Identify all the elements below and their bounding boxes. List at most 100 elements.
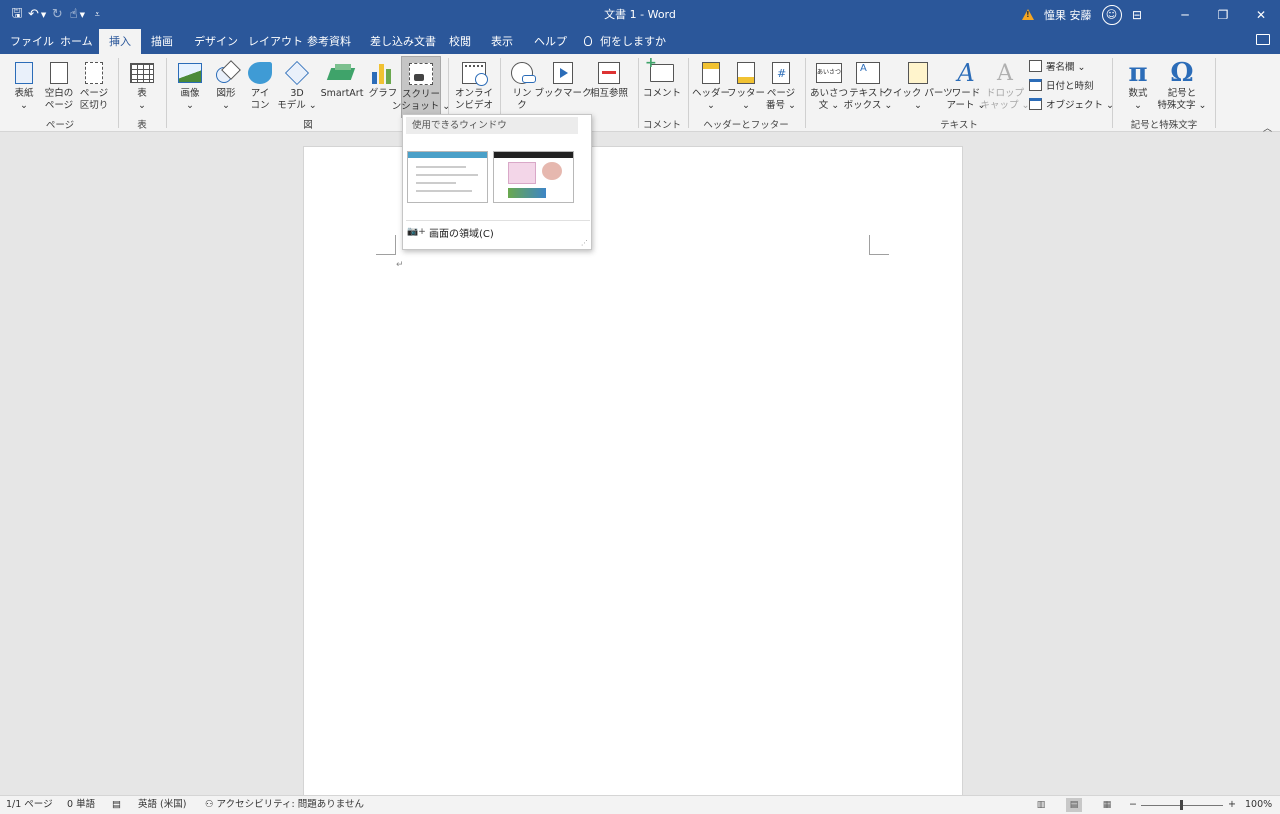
quick-parts-button[interactable]: クイック パーツ ⌄: [883, 56, 953, 118]
zoom-slider-handle[interactable]: [1180, 800, 1183, 810]
web-layout-button[interactable]: ▦: [1099, 798, 1115, 812]
customize-qat-icon[interactable]: ⩡: [88, 4, 106, 26]
icons-label-1: アイ: [250, 88, 270, 99]
table-button[interactable]: 表 ⌄: [126, 56, 158, 118]
chart-icon: [372, 62, 394, 84]
wordart-button[interactable]: A ワード アート ⌄: [947, 56, 986, 118]
resize-grip-icon[interactable]: ⋰: [581, 239, 588, 247]
accessibility-icon: ⚇: [205, 799, 217, 810]
footer-label: フッター: [727, 88, 766, 99]
warning-icon[interactable]: [1022, 9, 1034, 20]
title-bar: 🖫 ↶▼ ↻ ☝▼ ⩡ 文書 1 - Word 憧果 安藤 ☺ ⊟ ─ ❐ ✕: [0, 0, 1280, 29]
language-indicator[interactable]: 英語 (米国): [138, 796, 186, 814]
picture-button[interactable]: 画像 ⌄: [174, 56, 206, 118]
screenshot-dropdown: 使用できるウィンドウ 📷+ 画面の領域(C) ⋰: [402, 114, 592, 250]
tab-draw[interactable]: 描画: [141, 29, 183, 54]
tab-home[interactable]: ホーム: [50, 29, 103, 54]
wordart-icon: A: [957, 59, 975, 87]
web-layout-icon: ▦: [1102, 800, 1112, 810]
status-bar: 1/1 ページ 0 単語 ▤ 英語 (米国) ⚇ アクセシビリティ: 問題ありま…: [0, 795, 1280, 814]
undo-button[interactable]: ↶ ▼: [28, 4, 46, 26]
tab-mailings[interactable]: 差し込み文書: [360, 29, 446, 54]
minimize-button[interactable]: ─: [1166, 0, 1204, 29]
ribbon-display-options-button[interactable]: ⊟: [1118, 0, 1156, 29]
thumbnail-banner: [508, 188, 546, 198]
header-label: ヘッダー: [692, 88, 731, 99]
chevron-down-icon[interactable]: ▼: [80, 11, 85, 19]
symbol-button[interactable]: Ω 記号と 特殊文字 ⌄: [1157, 56, 1207, 118]
tab-references[interactable]: 参考資料: [297, 29, 361, 54]
save-icon[interactable]: 🖫: [8, 4, 26, 26]
text-box-label-1: テキスト: [849, 88, 887, 99]
text-box-label-2: ボックス ⌄: [843, 100, 893, 111]
print-layout-button[interactable]: ▤: [1066, 798, 1082, 812]
3d-models-button[interactable]: 3D モデル ⌄: [277, 56, 317, 118]
zoom-level[interactable]: 100%: [1245, 796, 1272, 814]
comments-icon[interactable]: [1256, 34, 1270, 45]
page-number-button[interactable]: ページ 番号 ⌄: [764, 56, 798, 118]
comment-button[interactable]: コメント: [643, 55, 681, 118]
touch-icon: ☝: [69, 7, 78, 22]
cover-page-button[interactable]: 表紙 ⌄: [8, 56, 40, 118]
smartart-label: SmartArt: [320, 88, 364, 99]
tab-insert[interactable]: 挿入: [99, 29, 141, 54]
signature-line-button[interactable]: 署名欄 ⌄: [1029, 57, 1085, 75]
screenshot-button[interactable]: スクリー ンショット ⌄: [392, 56, 450, 118]
shapes-button[interactable]: 図形 ⌄: [210, 56, 242, 118]
online-video-label-2: ンビデオ: [455, 100, 494, 111]
drop-cap-button: A ドロップ キャップ ⌄: [981, 56, 1030, 118]
tab-review[interactable]: 校閲: [439, 29, 481, 54]
restore-button[interactable]: ❐: [1204, 0, 1242, 29]
window-thumbnail-1[interactable]: [407, 151, 488, 203]
cross-reference-button[interactable]: 相互参照: [588, 56, 630, 118]
object-button[interactable]: オブジェクト ⌄: [1029, 95, 1114, 113]
date-time-button[interactable]: 日付と時刻: [1029, 76, 1094, 94]
close-button[interactable]: ✕: [1242, 0, 1280, 29]
page-break-label-2: 区切り: [79, 100, 109, 111]
user-name[interactable]: 憧果 安藤: [1044, 7, 1092, 23]
ribbon-tabs: ファイル ホーム 挿入 描画 デザイン レイアウト 参考資料 差し込み文書 校閲…: [0, 29, 1280, 54]
group-divider: [166, 58, 167, 128]
quick-parts-icon: [908, 62, 928, 84]
page-break-label-1: ページ: [79, 88, 109, 99]
read-mode-button[interactable]: ▥: [1033, 798, 1049, 812]
drop-cap-label-1: ドロップ: [985, 88, 1024, 99]
greeting-button[interactable]: あいさつ あいさつ 文 ⌄: [810, 56, 848, 118]
page-break-button[interactable]: ページ 区切り: [78, 56, 110, 118]
chevron-down-icon[interactable]: ▼: [41, 11, 46, 19]
screen-clipping-item[interactable]: 📷+ 画面の領域(C): [407, 223, 494, 241]
thumbnail-panel: [508, 162, 536, 184]
thumbnail-photo: [542, 162, 562, 180]
proofing-icon[interactable]: ▤: [112, 796, 121, 814]
accessibility-checker[interactable]: ⚇ アクセシビリティ: 問題ありません: [205, 796, 364, 814]
bookmark-button[interactable]: ブックマーク: [535, 56, 592, 118]
header-button[interactable]: ヘッダー ⌄: [692, 56, 731, 118]
tab-help[interactable]: ヘルプ: [524, 29, 577, 54]
equation-button[interactable]: π 数式 ⌄: [1121, 56, 1155, 118]
word-count[interactable]: 0 単語: [67, 796, 95, 814]
page-count[interactable]: 1/1 ページ: [6, 796, 53, 814]
online-video-icon: [462, 62, 488, 86]
link-button[interactable]: リン ク: [507, 56, 537, 118]
footer-button[interactable]: フッター ⌄: [727, 56, 766, 118]
tab-view[interactable]: 表示: [481, 29, 523, 54]
icons-button[interactable]: アイ コン: [246, 56, 274, 118]
print-layout-icon: ▤: [1069, 800, 1079, 810]
blank-page-button[interactable]: 空白の ページ: [42, 56, 76, 118]
thumbnail-titlebar: [408, 152, 487, 158]
cross-reference-label: 相互参照: [589, 88, 628, 99]
online-video-button[interactable]: オンライ ンビデオ: [455, 56, 493, 118]
group-label-tables: 表: [137, 120, 147, 131]
tell-me-search[interactable]: 何をしますか: [574, 29, 676, 54]
account-area[interactable]: 憧果 安藤 ☺: [1022, 0, 1122, 29]
margin-corner-top-right: [869, 235, 889, 255]
smartart-button[interactable]: SmartArt: [318, 56, 366, 118]
text-box-button[interactable]: テキスト ボックス ⌄: [844, 56, 892, 118]
touch-mode-button[interactable]: ☝ ▼: [68, 4, 86, 26]
collapse-ribbon-icon[interactable]: ︿: [1263, 121, 1272, 134]
zoom-in-button[interactable]: +: [1228, 796, 1236, 814]
window-thumbnail-2[interactable]: [493, 151, 574, 203]
zoom-out-button[interactable]: −: [1129, 796, 1137, 814]
thumbnail-text-line: [416, 166, 466, 168]
read-mode-icon: ▥: [1036, 800, 1046, 810]
